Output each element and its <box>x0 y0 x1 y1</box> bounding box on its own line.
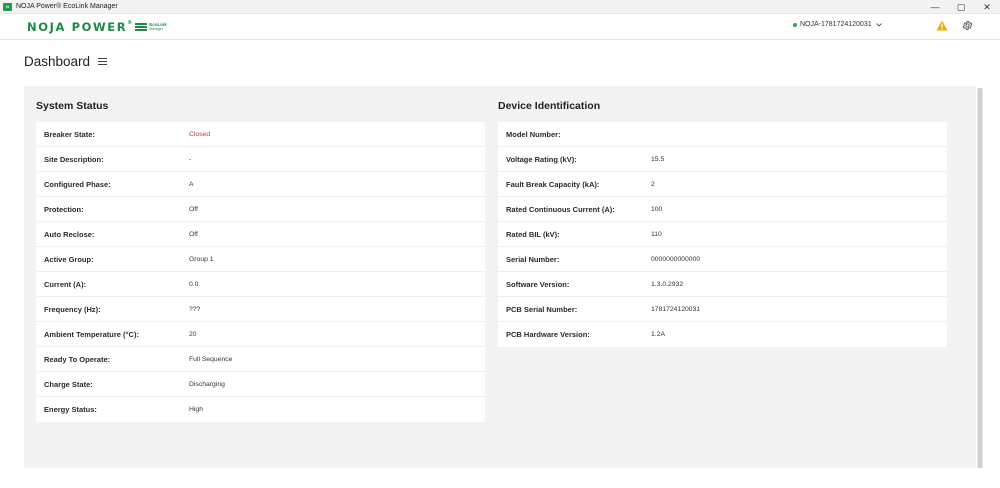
minimize-button[interactable]: — <box>922 0 948 14</box>
chevron-down-icon <box>875 22 882 27</box>
system-status-row: Current (A): 0.0 <box>36 272 485 297</box>
device-identification-value: 0000000000000 <box>651 255 701 263</box>
device-identification-row: Rated Continuous Current (A): 100 <box>498 197 947 222</box>
system-status-value: 0.0 <box>189 280 199 288</box>
device-identification-title: Device Identification <box>498 100 601 112</box>
system-status-label: Configured Phase: <box>44 179 111 189</box>
device-identification-value: 2 <box>651 180 655 188</box>
window-titlebar: N NOJA Power® EcoLink Manager — ▢ ✕ <box>0 0 1000 14</box>
window-title: NOJA Power® EcoLink Manager <box>16 3 118 10</box>
maximize-button[interactable]: ▢ <box>948 0 974 14</box>
badge-line2: Manager <box>149 26 164 31</box>
ecolink-bars-icon <box>135 23 148 31</box>
warning-icon[interactable] <box>936 20 948 31</box>
system-status-value: Off <box>189 230 198 238</box>
device-identification-value: 100 <box>651 205 663 213</box>
system-status-row: Charge State: Discharging <box>36 372 485 397</box>
device-selector[interactable]: NOJA-1781724120031 <box>793 21 882 28</box>
gear-icon[interactable] <box>962 20 973 31</box>
device-identification-label: Voltage Rating (kV): <box>506 154 577 164</box>
system-status-value: Off <box>189 205 198 213</box>
device-identification-label: Software Version: <box>506 279 570 289</box>
system-status-row: Ready To Operate: Full Sequence <box>36 347 485 372</box>
device-identification-label: Rated BIL (kV): <box>506 229 560 239</box>
system-status-label: Frequency (Hz): <box>44 304 101 314</box>
device-status-dot <box>793 22 797 27</box>
device-identification-row: Rated BIL (kV): 110 <box>498 222 947 247</box>
system-status-label: Auto Reclose: <box>44 229 95 239</box>
app-header: NOJA POWER® EcoLink Manager NOJA-1781724… <box>0 14 1000 40</box>
system-status-label: Protection: <box>44 204 84 214</box>
system-status-value: 20 <box>189 330 197 338</box>
device-name: NOJA-1781724120031 <box>800 21 872 28</box>
system-status-title: System Status <box>36 100 109 112</box>
system-status-label: Ready To Operate: <box>44 354 111 364</box>
system-status-value: Closed <box>189 130 211 138</box>
device-identification-value: 15.5 <box>651 155 665 163</box>
system-status-row: Energy Status: High <box>36 397 485 422</box>
app-icon: N <box>3 2 12 11</box>
window-controls: — ▢ ✕ <box>922 0 1000 14</box>
logo-text: NOJA POWER® <box>27 20 133 34</box>
system-status-table: Breaker State: Closed Site Description: - Co… <box>36 122 485 422</box>
system-status-value: Full Sequence <box>189 355 233 363</box>
device-identification-label: Serial Number: <box>506 254 560 264</box>
device-identification-table: Model Number: Voltage Rating (kV): 15.5 Fau… <box>498 122 947 347</box>
device-identification-row: Fault Break Capacity (kA): 2 <box>498 172 947 197</box>
system-status-label: Breaker State: <box>44 129 95 139</box>
system-status-label: Current (A): <box>44 279 87 289</box>
close-button[interactable]: ✕ <box>974 0 1000 14</box>
system-status-label: Charge State: <box>44 379 93 389</box>
system-status-row: Auto Reclose: Off <box>36 222 485 247</box>
system-status-row: Active Group: Group 1 <box>36 247 485 272</box>
device-identification-label: Fault Break Capacity (kA): <box>506 179 600 189</box>
panel-scrollbar[interactable] <box>977 88 983 468</box>
system-status-value: A <box>189 180 194 188</box>
device-identification-label: Rated Continuous Current (A): <box>506 204 615 214</box>
system-status-row: Frequency (Hz):??? <box>36 297 485 322</box>
noja-power-logo: NOJA POWER® EcoLink Manager <box>27 20 167 34</box>
system-status-value: Discharging <box>189 380 225 388</box>
device-identification-row: Software Version: 1.3.0.2932 <box>498 272 947 297</box>
system-status-row: Protection: Off <box>36 197 485 222</box>
device-identification-value: 1781724120031 <box>651 305 701 313</box>
system-status-row: Ambient Temperature (°C): 20 <box>36 322 485 347</box>
device-identification-row: Serial Number: 0000000000000 <box>498 247 947 272</box>
system-status-value: - <box>189 155 192 163</box>
system-status-value: High <box>189 406 203 413</box>
device-identification-value: 1.2A <box>651 331 665 338</box>
page-title: Dashboard <box>24 54 91 69</box>
system-status-row: Configured Phase: A <box>36 172 485 197</box>
system-status-label: Active Group: <box>44 254 94 264</box>
system-status-row: Breaker State: Closed <box>36 122 485 147</box>
scrollbar-thumb[interactable] <box>978 88 982 468</box>
device-identification-row: Voltage Rating (kV): 15.5 <box>498 147 947 172</box>
system-status-value: ??? <box>189 305 201 313</box>
device-identification-row: Model Number: <box>498 122 947 147</box>
system-status-label: Site Description: <box>44 154 104 164</box>
page-heading: Dashboard <box>24 54 108 69</box>
system-status-label: Ambient Temperature (°C): <box>44 329 139 339</box>
device-identification-label: Model Number: <box>506 129 561 139</box>
device-identification-label: PCB Serial Number: <box>506 304 578 314</box>
system-status-row: Site Description: - <box>36 147 485 172</box>
device-identification-label: PCB Hardware Version: <box>506 330 590 339</box>
device-identification-value: 1.3.0.2932 <box>651 280 684 288</box>
ecolink-badge: EcoLink Manager <box>135 22 167 31</box>
menu-icon[interactable] <box>98 58 108 65</box>
device-identification-value: 110 <box>651 230 662 238</box>
system-status-value: Group 1 <box>189 255 214 263</box>
device-identification-row: PCB Serial Number: 1781724120031 <box>498 297 947 322</box>
system-status-label: Energy Status: <box>44 405 97 414</box>
device-identification-row: PCB Hardware Version: 1.2A <box>498 322 947 347</box>
